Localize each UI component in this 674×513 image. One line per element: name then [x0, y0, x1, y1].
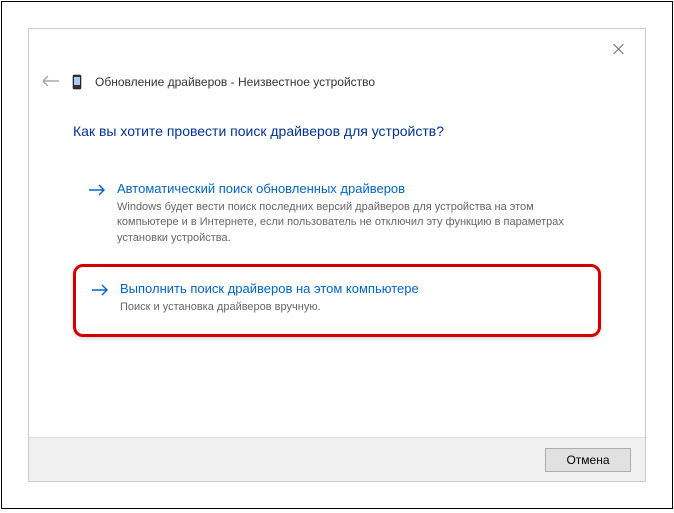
option-manual-desc: Поиск и установка драйверов вручную. [120, 300, 582, 315]
option-manual-search[interactable]: Выполнить поиск драйверов на этом компью… [73, 264, 601, 336]
wizard-footer: Отмена [29, 437, 645, 481]
option-body: Выполнить поиск драйверов на этом компью… [120, 281, 582, 315]
wizard-outer-frame: Обновление драйверов - Неизвестное устро… [1, 1, 673, 509]
option-auto-search[interactable]: Автоматический поиск обновленных драйвер… [73, 171, 601, 260]
wizard-header: Обновление драйверов - Неизвестное устро… [43, 73, 375, 91]
wizard-title: Обновление драйверов - Неизвестное устро… [95, 75, 375, 89]
option-auto-desc: Windows будет вести поиск последних верс… [117, 200, 585, 246]
option-manual-title: Выполнить поиск драйверов на этом компью… [120, 281, 582, 296]
wizard-question: Как вы хотите провести поиск драйверов д… [73, 123, 601, 139]
cancel-button[interactable]: Отмена [545, 448, 631, 472]
back-arrow-icon[interactable] [43, 76, 59, 88]
wizard-panel: Обновление драйверов - Неизвестное устро… [28, 28, 646, 482]
option-body: Автоматический поиск обновленных драйвер… [117, 181, 585, 246]
arrow-right-icon [89, 183, 107, 197]
option-auto-title: Автоматический поиск обновленных драйвер… [117, 181, 585, 196]
arrow-right-icon [92, 283, 110, 297]
wizard-content: Как вы хотите провести поиск драйверов д… [73, 123, 601, 341]
device-icon [71, 73, 83, 91]
close-icon[interactable] [613, 43, 625, 55]
